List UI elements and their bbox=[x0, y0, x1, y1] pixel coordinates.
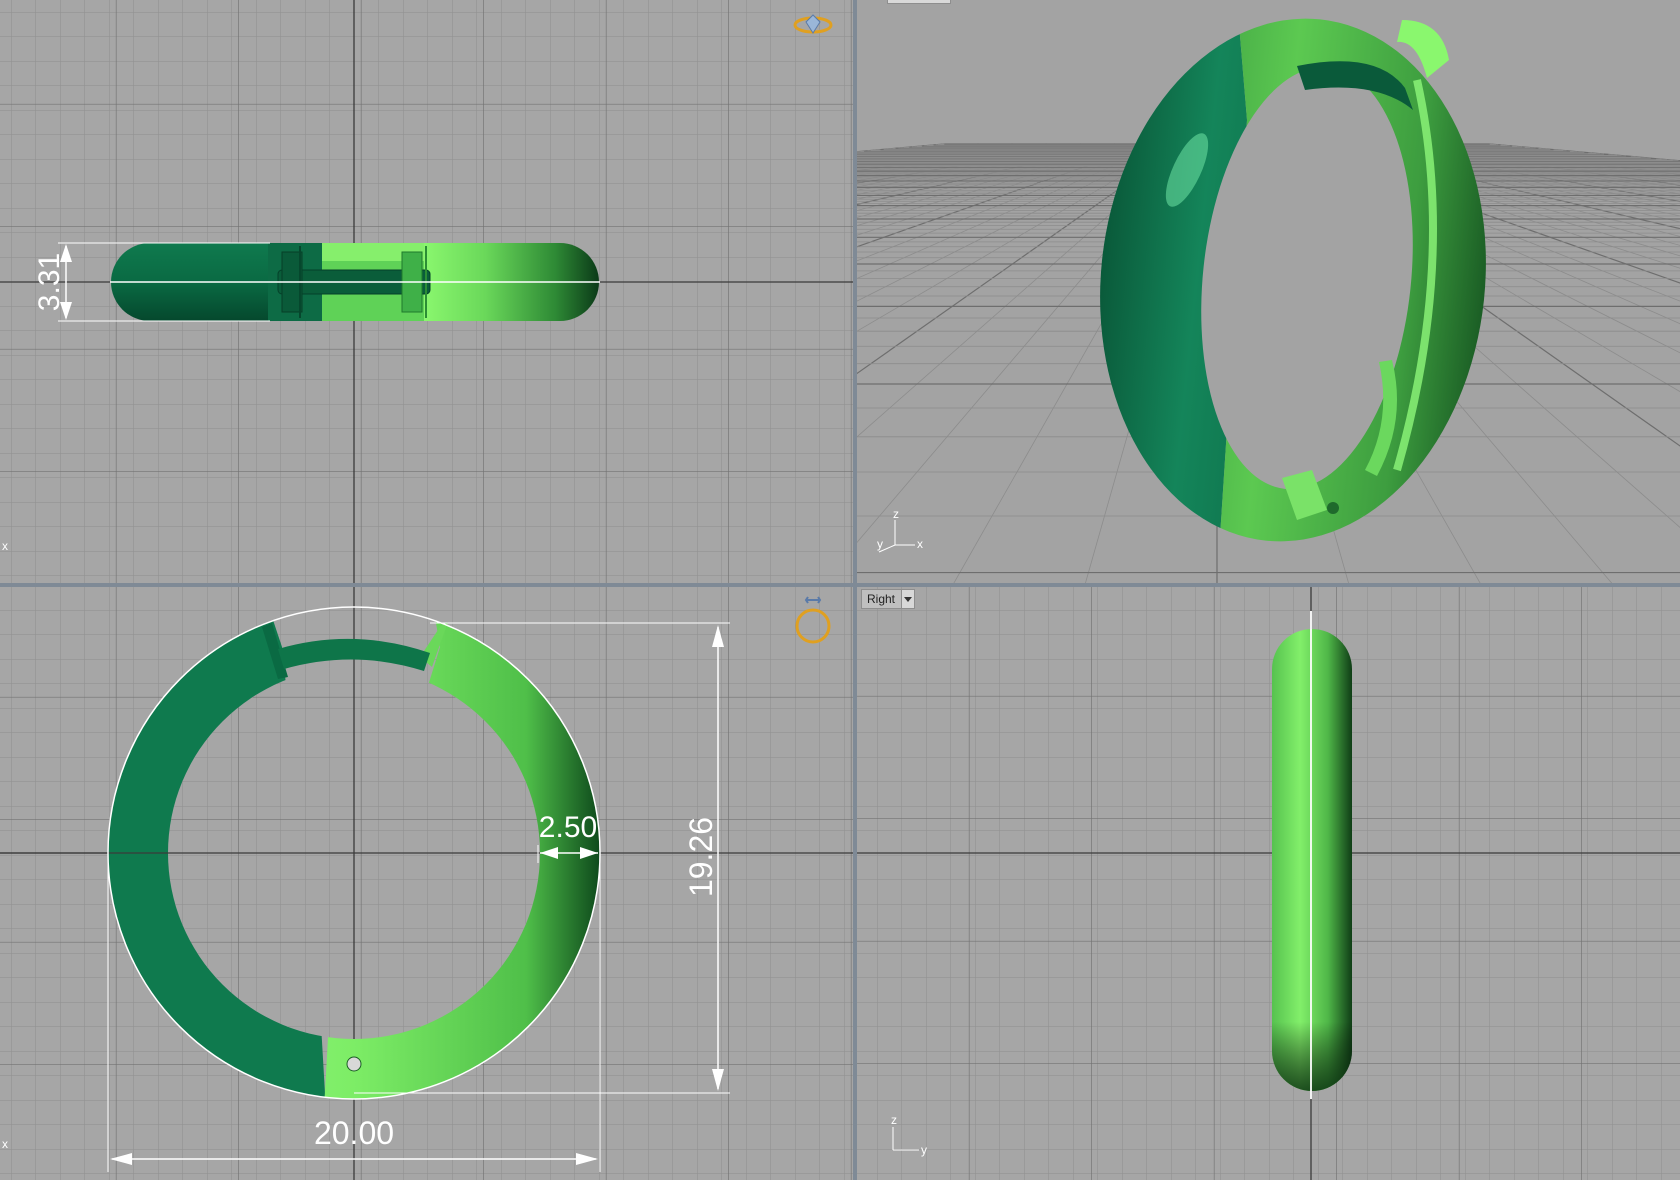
viewport-right[interactable]: z y Right bbox=[857, 587, 1680, 1180]
viewport-view-label: Right bbox=[867, 592, 896, 606]
viewport-tab-handle[interactable] bbox=[887, 0, 951, 4]
dimension-label-height-top: 3.31 bbox=[33, 253, 66, 311]
axis-label-z: z bbox=[891, 1113, 897, 1127]
viewport-front[interactable]: 20.00 19.26 2.50 x bbox=[0, 587, 853, 1180]
viewport-right-canvas[interactable]: z y bbox=[857, 587, 1680, 1180]
axis-label-x: x bbox=[917, 537, 923, 551]
chevron-down-icon[interactable] bbox=[901, 590, 915, 608]
axis-label-z: z bbox=[893, 507, 899, 521]
viewport-view-selector[interactable]: Right bbox=[861, 589, 916, 609]
axis-label-x: x bbox=[2, 1137, 8, 1151]
viewport-top-canvas[interactable]: 3.31 x bbox=[0, 0, 853, 583]
axis-label-x: x bbox=[2, 539, 8, 553]
axis-label-y: y bbox=[877, 537, 883, 551]
dimension-label-width: 20.00 bbox=[314, 1115, 394, 1151]
viewport-perspective-canvas[interactable]: z y x bbox=[857, 0, 1680, 583]
axis-label-y: y bbox=[921, 1143, 927, 1157]
viewport-top[interactable]: 3.31 x bbox=[0, 0, 853, 583]
viewport-grid: 3.31 x z y x 20.00 19.26 2.50 x z y Righ… bbox=[0, 0, 1680, 1180]
dimension-label-thickness: 2.50 bbox=[539, 811, 597, 844]
ring-side-view bbox=[1272, 611, 1352, 1099]
viewport-perspective[interactable]: z y x bbox=[857, 0, 1680, 583]
dimension-label-height: 19.26 bbox=[683, 817, 719, 897]
viewport-front-canvas[interactable]: 20.00 19.26 2.50 x bbox=[0, 587, 853, 1180]
